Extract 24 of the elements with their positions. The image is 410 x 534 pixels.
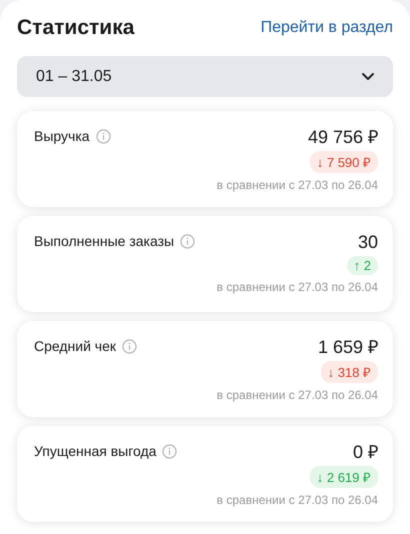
comparison-text: в сравнении с 27.03 по 26.04 xyxy=(216,493,378,507)
change-badge: ↓ 7 590 ₽ xyxy=(310,151,378,173)
info-icon[interactable] xyxy=(122,338,138,354)
metric-name: Выручка xyxy=(34,128,90,144)
metric-name: Упущенная выгода xyxy=(34,443,156,459)
section-title: Статистика xyxy=(17,16,134,40)
metric-value: 49 756 ₽ xyxy=(308,126,378,149)
metric-name: Выполненные заказы xyxy=(34,233,174,249)
info-icon[interactable] xyxy=(162,444,178,458)
metric-name: Средний чек xyxy=(34,338,116,354)
metric-value: 30 xyxy=(358,231,378,254)
chevron-down-icon xyxy=(361,72,375,81)
comparison-text: в сравнении с 27.03 по 26.04 xyxy=(216,178,378,192)
period-dropdown[interactable]: 01 – 31.05 xyxy=(17,56,393,97)
metric-value: 1 659 ₽ xyxy=(318,336,378,359)
info-icon[interactable] xyxy=(96,128,111,144)
comparison-text: в сравнении с 27.03 по 26.04 xyxy=(216,388,378,402)
change-badge: ↑ 2 xyxy=(346,256,378,275)
comparison-text: в сравнении с 27.03 по 26.04 xyxy=(216,280,378,294)
change-badge: ↓ 2 619 ₽ xyxy=(310,466,378,488)
go-to-section-link[interactable]: Перейти в раздел xyxy=(260,19,393,37)
info-icon[interactable] xyxy=(180,234,196,248)
metric-value: 0 ₽ xyxy=(352,441,378,464)
change-badge: ↓ 318 ₽ xyxy=(320,361,378,383)
